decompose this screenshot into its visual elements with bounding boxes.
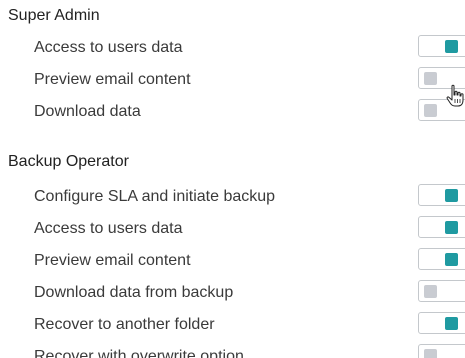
toggle-knob <box>445 221 458 234</box>
permission-row: Preview email content <box>0 245 465 277</box>
permission-toggle[interactable] <box>418 312 465 334</box>
permission-label: Configure SLA and initiate backup <box>34 188 276 205</box>
permission-label: Access to users data <box>34 220 183 237</box>
permission-row: Download data <box>0 96 465 128</box>
permission-label: Recover with overwrite option <box>34 348 244 358</box>
toggle-knob <box>445 40 458 53</box>
permission-row: Recover to another folder <box>0 309 465 341</box>
permission-toggle[interactable] <box>418 216 465 238</box>
permission-label: Preview email content <box>34 252 191 269</box>
permission-row: Download data from backup <box>0 277 465 309</box>
permission-row: Access to users data <box>0 213 465 245</box>
permission-toggle[interactable] <box>418 280 465 302</box>
permission-toggle[interactable] <box>418 35 465 57</box>
toggle-knob <box>445 253 458 266</box>
permission-label: Access to users data <box>34 39 183 56</box>
permission-row: Configure SLA and initiate backup <box>0 181 465 213</box>
permission-toggle[interactable] <box>418 344 465 358</box>
permission-row: Preview email content <box>0 64 465 96</box>
toggle-knob <box>424 285 437 298</box>
permissions-panel: Super Admin Access to users data Preview… <box>0 0 465 358</box>
permission-label: Recover to another folder <box>34 316 215 333</box>
toggle-knob <box>424 104 437 117</box>
permission-row: Access to users data <box>0 32 465 64</box>
group-title-backup-operator: Backup Operator <box>8 153 129 170</box>
hand-pointer-icon <box>446 84 464 107</box>
permission-toggle[interactable] <box>418 184 465 206</box>
permission-label: Download data from backup <box>34 284 234 301</box>
permission-label: Download data <box>34 103 141 120</box>
toggle-knob <box>424 72 437 85</box>
permission-row: Recover with overwrite option <box>0 341 465 358</box>
group-title-super-admin: Super Admin <box>8 7 100 24</box>
toggle-knob <box>445 317 458 330</box>
permission-toggle[interactable] <box>418 248 465 270</box>
toggle-knob <box>424 349 437 358</box>
toggle-knob <box>445 189 458 202</box>
permission-label: Preview email content <box>34 71 191 88</box>
